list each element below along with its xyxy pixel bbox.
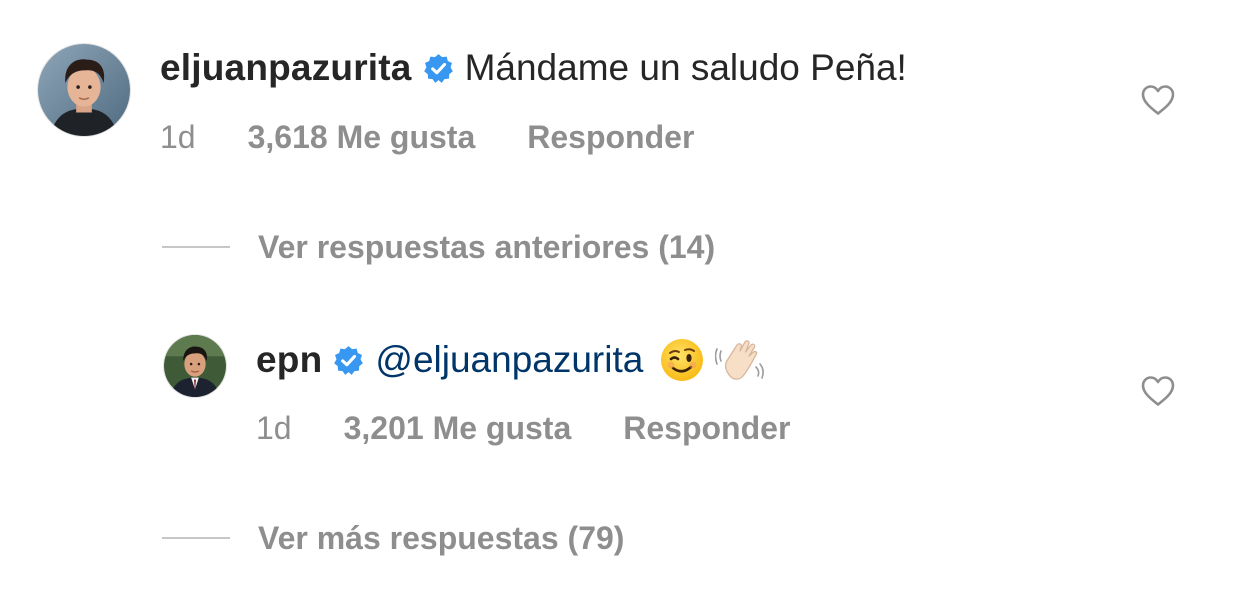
reply-like-heart-icon[interactable] xyxy=(1140,375,1176,407)
comment-thread: eljuanpazurita Mándame un saludo Peña! 1… xyxy=(0,0,1242,601)
reply-time[interactable]: 1d xyxy=(256,408,292,448)
reply-meta: 1d 3,201 Me gusta Responder xyxy=(256,408,790,448)
thread-divider xyxy=(162,246,230,248)
reply-reply-button[interactable]: Responder xyxy=(623,408,790,448)
comment-line: eljuanpazurita Mándame un saludo Peña! xyxy=(160,46,907,90)
reply-likes[interactable]: 3,201 Me gusta xyxy=(344,408,572,448)
avatar-epn[interactable] xyxy=(163,334,227,398)
comment-meta: 1d 3,618 Me gusta Responder xyxy=(160,117,694,157)
comment-text: Mándame un saludo Peña! xyxy=(464,47,907,88)
reply-line: epn @eljuanpazurita xyxy=(256,337,765,383)
comment-like-heart-icon[interactable] xyxy=(1140,84,1176,116)
view-previous-replies-label: Ver respuestas anteriores (14) xyxy=(258,229,716,265)
comment-reply-button[interactable]: Responder xyxy=(527,117,694,157)
avatar-image xyxy=(38,44,130,136)
view-previous-replies-button[interactable]: Ver respuestas anteriores (14) xyxy=(162,227,715,267)
reply-username[interactable]: epn xyxy=(256,338,322,382)
comment-username[interactable]: eljuanpazurita xyxy=(160,46,412,90)
verified-badge-icon xyxy=(423,53,454,84)
thread-divider xyxy=(162,537,230,539)
waving-hand-icon xyxy=(715,337,765,383)
verified-badge-icon xyxy=(333,345,364,376)
view-more-replies-label: Ver más respuestas (79) xyxy=(258,520,625,556)
view-more-replies-button[interactable]: Ver más respuestas (79) xyxy=(162,518,624,558)
comment-likes[interactable]: 3,618 Me gusta xyxy=(248,117,476,157)
avatar-eljuanpazurita[interactable] xyxy=(37,43,131,137)
comment-time[interactable]: 1d xyxy=(160,117,196,157)
avatar-image xyxy=(164,335,226,397)
winking-face-icon xyxy=(659,337,705,383)
reply-mention-link[interactable]: @eljuanpazurita xyxy=(375,338,643,382)
